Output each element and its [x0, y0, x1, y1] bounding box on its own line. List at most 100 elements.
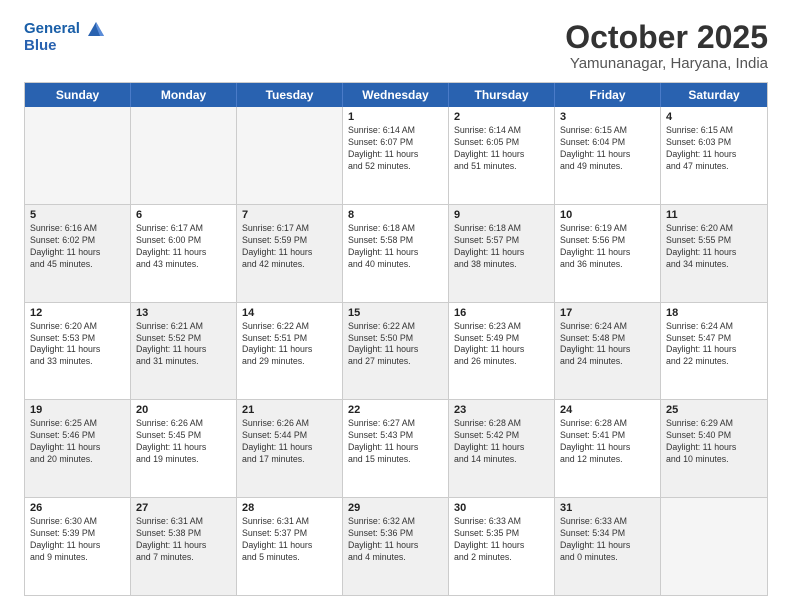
cell-content: Sunrise: 6:18 AM Sunset: 5:58 PM Dayligh… — [348, 223, 443, 271]
cell-content: Sunrise: 6:20 AM Sunset: 5:55 PM Dayligh… — [666, 223, 762, 271]
calendar-cell: 16 Sunrise: 6:23 AM Sunset: 5:49 PM Dayli… — [449, 303, 555, 400]
calendar-cell: 15Sunrise: 6:22 AM Sunset: 5:50 PM Dayli… — [343, 303, 449, 400]
logo: General Blue — [24, 20, 106, 55]
day-number: 2 — [454, 111, 549, 123]
calendar-cell: 7 Sunrise: 6:17 AM Sunset: 5:59 PM Daylig… — [237, 205, 343, 302]
cell-content: Sunrise: 6:22 AM Sunset: 5:50 PM Dayligh… — [348, 321, 443, 369]
calendar-body: 1 Sunrise: 6:14 AM Sunset: 6:07 PM Daylig… — [25, 107, 767, 595]
calendar-cell: 3 Sunrise: 6:15 AM Sunset: 6:04 PM Daylig… — [555, 107, 661, 204]
calendar-cell: 26 Sunrise: 6:30 AM Sunset: 5:39 PM Dayli… — [25, 498, 131, 595]
cell-content: Sunrise: 6:22 AM Sunset: 5:51 PM Dayligh… — [242, 321, 337, 369]
day-number: 3 — [560, 111, 655, 123]
day-number: 8 — [348, 209, 443, 221]
weekday-header: Wednesday — [343, 83, 449, 107]
day-number: 4 — [666, 111, 762, 123]
cell-content: Sunrise: 6:31 AM Sunset: 5:38 PM Dayligh… — [136, 516, 231, 564]
calendar-cell: 12 Sunrise: 6:20 AM Sunset: 5:53 PM Dayli… — [25, 303, 131, 400]
cell-content: Sunrise: 6:32 AM Sunset: 5:36 PM Dayligh… — [348, 516, 443, 564]
calendar-cell — [25, 107, 131, 204]
day-number: 29 — [348, 502, 443, 514]
day-number: 22 — [348, 404, 443, 416]
calendar-cell — [131, 107, 237, 204]
calendar-cell: 6Sunrise: 6:17 AM Sunset: 6:00 PM Daylig… — [131, 205, 237, 302]
cell-content: Sunrise: 6:15 AM Sunset: 6:03 PM Dayligh… — [666, 125, 762, 173]
cell-content: Sunrise: 6:25 AM Sunset: 5:46 PM Dayligh… — [30, 418, 125, 466]
calendar-cell: 28 Sunrise: 6:31 AM Sunset: 5:37 PM Dayli… — [237, 498, 343, 595]
calendar-cell: 30Sunrise: 6:33 AM Sunset: 5:35 PM Dayli… — [449, 498, 555, 595]
calendar-header: SundayMondayTuesdayWednesdayThursdayFrid… — [25, 83, 767, 107]
cell-content: Sunrise: 6:18 AM Sunset: 5:57 PM Dayligh… — [454, 223, 549, 271]
calendar-cell: 20 Sunrise: 6:26 AM Sunset: 5:45 PM Dayli… — [131, 400, 237, 497]
calendar-cell: 22Sunrise: 6:27 AM Sunset: 5:43 PM Dayli… — [343, 400, 449, 497]
cell-content: Sunrise: 6:21 AM Sunset: 5:52 PM Dayligh… — [136, 321, 231, 369]
cell-content: Sunrise: 6:19 AM Sunset: 5:56 PM Dayligh… — [560, 223, 655, 271]
day-number: 25 — [666, 404, 762, 416]
cell-content: Sunrise: 6:14 AM Sunset: 6:05 PM Dayligh… — [454, 125, 549, 173]
day-number: 20 — [136, 404, 231, 416]
calendar-cell: 8 Sunrise: 6:18 AM Sunset: 5:58 PM Daylig… — [343, 205, 449, 302]
calendar-cell: 5Sunrise: 6:16 AM Sunset: 6:02 PM Daylig… — [25, 205, 131, 302]
cell-content: Sunrise: 6:17 AM Sunset: 5:59 PM Dayligh… — [242, 223, 337, 271]
location: Yamunanagar, Haryana, India — [565, 55, 768, 72]
day-number: 7 — [242, 209, 337, 221]
cell-content: Sunrise: 6:15 AM Sunset: 6:04 PM Dayligh… — [560, 125, 655, 173]
header: General Blue October 2025 Yamunanagar, H… — [24, 20, 768, 72]
cell-content: Sunrise: 6:24 AM Sunset: 5:47 PM Dayligh… — [666, 321, 762, 369]
cell-content: Sunrise: 6:14 AM Sunset: 6:07 PM Dayligh… — [348, 125, 443, 173]
page: General Blue October 2025 Yamunanagar, H… — [0, 0, 792, 612]
calendar-cell: 13Sunrise: 6:21 AM Sunset: 5:52 PM Dayli… — [131, 303, 237, 400]
day-number: 11 — [666, 209, 762, 221]
logo-blue: Blue — [24, 38, 106, 55]
cell-content: Sunrise: 6:31 AM Sunset: 5:37 PM Dayligh… — [242, 516, 337, 564]
calendar-cell: 2 Sunrise: 6:14 AM Sunset: 6:05 PM Daylig… — [449, 107, 555, 204]
day-number: 1 — [348, 111, 443, 123]
cell-content: Sunrise: 6:30 AM Sunset: 5:39 PM Dayligh… — [30, 516, 125, 564]
day-number: 26 — [30, 502, 125, 514]
calendar-row: 12 Sunrise: 6:20 AM Sunset: 5:53 PM Dayli… — [25, 303, 767, 401]
weekday-header: Monday — [131, 83, 237, 107]
calendar-cell: 4 Sunrise: 6:15 AM Sunset: 6:03 PM Daylig… — [661, 107, 767, 204]
logo-general: General — [24, 20, 80, 37]
day-number: 21 — [242, 404, 337, 416]
calendar-cell: 19 Sunrise: 6:25 AM Sunset: 5:46 PM Dayli… — [25, 400, 131, 497]
day-number: 18 — [666, 307, 762, 319]
day-number: 12 — [30, 307, 125, 319]
day-number: 9 — [454, 209, 549, 221]
day-number: 17 — [560, 307, 655, 319]
calendar-row: 5Sunrise: 6:16 AM Sunset: 6:02 PM Daylig… — [25, 205, 767, 303]
cell-content: Sunrise: 6:20 AM Sunset: 5:53 PM Dayligh… — [30, 321, 125, 369]
calendar-cell: 29 Sunrise: 6:32 AM Sunset: 5:36 PM Dayli… — [343, 498, 449, 595]
cell-content: Sunrise: 6:24 AM Sunset: 5:48 PM Dayligh… — [560, 321, 655, 369]
weekday-header: Sunday — [25, 83, 131, 107]
day-number: 31 — [560, 502, 655, 514]
logo-icon — [86, 20, 106, 38]
day-number: 23 — [454, 404, 549, 416]
calendar-cell: 25Sunrise: 6:29 AM Sunset: 5:40 PM Dayli… — [661, 400, 767, 497]
calendar-row: 19 Sunrise: 6:25 AM Sunset: 5:46 PM Dayli… — [25, 400, 767, 498]
calendar-cell: 11 Sunrise: 6:20 AM Sunset: 5:55 PM Dayli… — [661, 205, 767, 302]
day-number: 30 — [454, 502, 549, 514]
cell-content: Sunrise: 6:28 AM Sunset: 5:42 PM Dayligh… — [454, 418, 549, 466]
calendar: SundayMondayTuesdayWednesdayThursdayFrid… — [24, 82, 768, 596]
cell-content: Sunrise: 6:23 AM Sunset: 5:49 PM Dayligh… — [454, 321, 549, 369]
day-number: 19 — [30, 404, 125, 416]
calendar-row: 1 Sunrise: 6:14 AM Sunset: 6:07 PM Daylig… — [25, 107, 767, 205]
weekday-header: Friday — [555, 83, 661, 107]
day-number: 5 — [30, 209, 125, 221]
day-number: 10 — [560, 209, 655, 221]
calendar-cell: 10 Sunrise: 6:19 AM Sunset: 5:56 PM Dayli… — [555, 205, 661, 302]
calendar-cell: 18 Sunrise: 6:24 AM Sunset: 5:47 PM Dayli… — [661, 303, 767, 400]
day-number: 16 — [454, 307, 549, 319]
title-block: October 2025 Yamunanagar, Haryana, India — [565, 20, 768, 72]
cell-content: Sunrise: 6:26 AM Sunset: 5:45 PM Dayligh… — [136, 418, 231, 466]
day-number: 28 — [242, 502, 337, 514]
calendar-cell: 31 Sunrise: 6:33 AM Sunset: 5:34 PM Dayli… — [555, 498, 661, 595]
weekday-header: Saturday — [661, 83, 767, 107]
cell-content: Sunrise: 6:33 AM Sunset: 5:34 PM Dayligh… — [560, 516, 655, 564]
calendar-cell: 24Sunrise: 6:28 AM Sunset: 5:41 PM Dayli… — [555, 400, 661, 497]
calendar-cell — [237, 107, 343, 204]
month-title: October 2025 — [565, 20, 768, 55]
day-number: 24 — [560, 404, 655, 416]
day-number: 6 — [136, 209, 231, 221]
calendar-cell: 9 Sunrise: 6:18 AM Sunset: 5:57 PM Daylig… — [449, 205, 555, 302]
